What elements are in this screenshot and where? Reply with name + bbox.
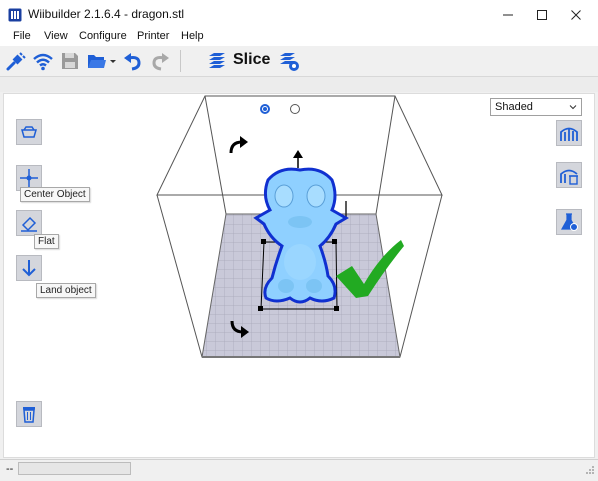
view-mode-value: Shaded bbox=[495, 101, 533, 113]
status-text: -- bbox=[6, 463, 14, 475]
app-window: Wiibuilder 2.1.6.4 - dragon.stl File Vie… bbox=[0, 0, 598, 481]
bed-tray-icon bbox=[21, 126, 37, 138]
flask-icon bbox=[560, 213, 578, 231]
remove-support-button[interactable] bbox=[556, 162, 582, 188]
eraser-flat-icon bbox=[21, 216, 37, 232]
analysis-button[interactable] bbox=[556, 209, 582, 235]
tooltip-flat: Flat bbox=[34, 234, 59, 249]
rotate-arrow-top-icon[interactable] bbox=[229, 136, 248, 154]
support-delete-icon bbox=[560, 169, 578, 185]
support-columns-icon bbox=[560, 127, 578, 141]
progress-bar bbox=[18, 462, 131, 475]
model-library-button[interactable] bbox=[16, 119, 42, 145]
crosshair-icon bbox=[20, 169, 38, 187]
3d-scene bbox=[156, 95, 443, 358]
land-object-button[interactable] bbox=[16, 255, 42, 281]
view-radio-1[interactable] bbox=[260, 104, 270, 114]
tooltip-center-object: Center Object bbox=[20, 187, 90, 202]
flat-button[interactable] bbox=[16, 210, 42, 236]
view-radio-2[interactable] bbox=[290, 104, 300, 114]
view-mode-select[interactable]: Shaded bbox=[490, 98, 582, 116]
support-button[interactable] bbox=[556, 120, 582, 146]
trash-icon bbox=[23, 407, 35, 423]
delete-button[interactable] bbox=[16, 401, 42, 427]
radio-dot bbox=[263, 107, 267, 111]
move-up-arrow-icon[interactable] bbox=[293, 150, 303, 168]
arrow-down-icon bbox=[22, 260, 36, 277]
chevron-down-icon bbox=[569, 105, 577, 110]
status-bar: -- bbox=[0, 459, 598, 481]
tooltip-land-object: Land object bbox=[36, 283, 96, 298]
resize-grip-icon[interactable] bbox=[585, 465, 595, 475]
